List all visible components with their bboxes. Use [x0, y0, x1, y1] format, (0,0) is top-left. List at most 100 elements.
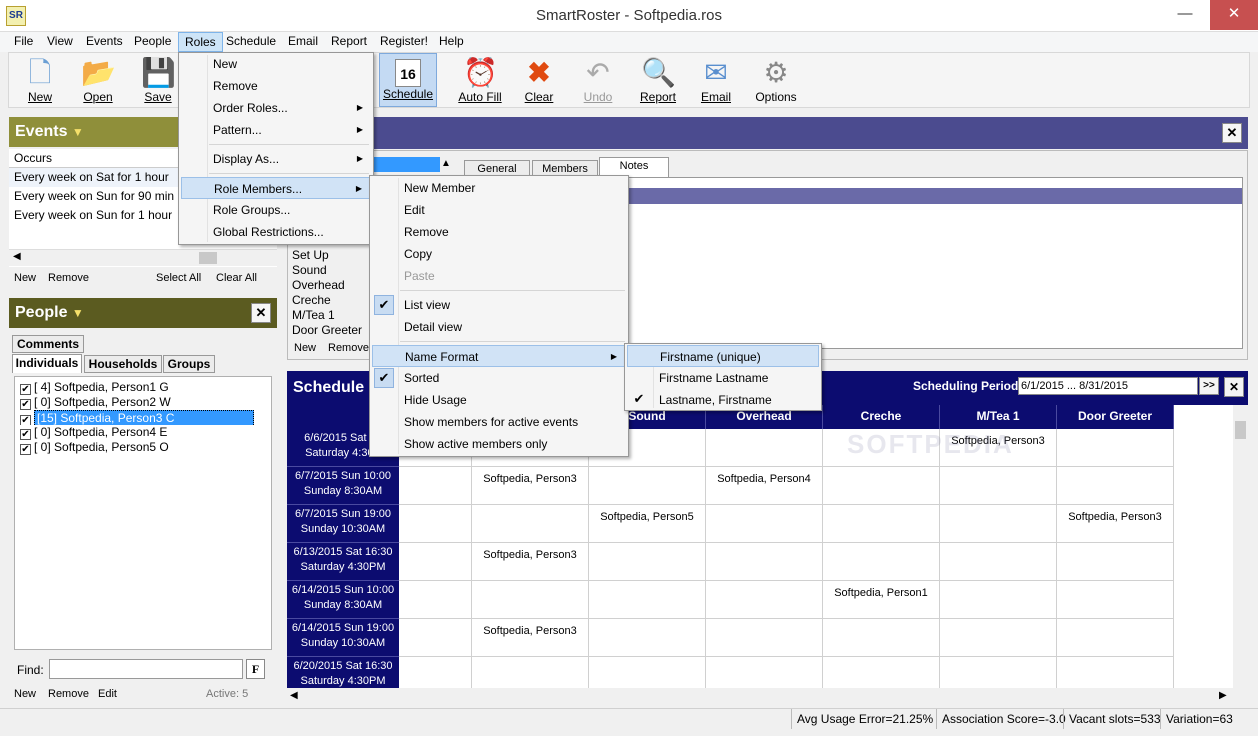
schedule-cell[interactable]: Softpedia, Person3 — [472, 619, 589, 657]
row-header[interactable]: 6/14/2015 Sun 19:00 Sunday 10:30AM — [287, 619, 399, 657]
report-button[interactable]: 🔍 Report — [630, 53, 686, 107]
menu-item-order-roles[interactable]: Order Roles... ▶ — [181, 97, 371, 119]
checkbox[interactable]: ✔ — [20, 399, 31, 410]
menu-item-show-members-active[interactable]: Show members for active events — [372, 411, 626, 433]
menu-item-sorted[interactable]: Sorted — [372, 367, 626, 389]
row-header[interactable]: 6/7/2015 Sun 10:00 Sunday 8:30AM — [287, 467, 399, 505]
schedule-cell[interactable] — [399, 543, 472, 581]
menu-report[interactable]: Report — [325, 32, 373, 52]
schedule-cell[interactable] — [589, 657, 706, 688]
scheduling-period-input[interactable] — [1018, 377, 1198, 395]
schedule-cell[interactable] — [940, 505, 1057, 543]
tab-households[interactable]: Households — [84, 355, 162, 373]
schedule-cell[interactable] — [823, 467, 940, 505]
schedule-cell[interactable] — [940, 581, 1057, 619]
menu-events[interactable]: Events — [80, 32, 129, 52]
schedule-cell[interactable] — [589, 543, 706, 581]
events-hscroll[interactable]: ◀ — [9, 249, 277, 266]
menu-item-new-member[interactable]: New Member — [372, 177, 626, 199]
schedule-cell[interactable] — [706, 657, 823, 688]
schedule-cell[interactable] — [1057, 429, 1174, 467]
menu-item-role-groups[interactable]: Role Groups... — [181, 199, 371, 221]
tab-individuals[interactable]: Individuals — [12, 354, 82, 373]
list-item[interactable]: ✔[ 0] Softpedia, Person5 O — [15, 440, 271, 455]
schedule-cell[interactable] — [706, 619, 823, 657]
menu-item-firstname-unique[interactable]: Firstname (unique) — [627, 345, 819, 367]
menu-view[interactable]: View — [41, 32, 79, 52]
menu-item-show-active-only[interactable]: Show active members only — [372, 433, 626, 455]
menu-schedule[interactable]: Schedule — [220, 32, 282, 52]
schedule-cell[interactable]: Softpedia, Person1 — [823, 581, 940, 619]
schedule-cell[interactable] — [940, 543, 1057, 581]
menu-register[interactable]: Register! — [374, 32, 434, 52]
undo-button[interactable]: ↶ Undo — [570, 53, 626, 107]
menu-item-remove-member[interactable]: Remove — [372, 221, 626, 243]
events-clear-all-link[interactable]: Clear All — [216, 272, 257, 284]
role-item[interactable]: Overhead — [292, 278, 362, 293]
schedule-cell[interactable] — [472, 581, 589, 619]
menu-item-role-members[interactable]: Role Members... ▶ — [181, 177, 371, 199]
schedule-cell[interactable] — [706, 505, 823, 543]
schedule-cell[interactable] — [399, 619, 472, 657]
people-header[interactable]: People ▼ — [9, 298, 277, 328]
schedule-cell[interactable] — [1057, 543, 1174, 581]
people-remove-link[interactable]: Remove — [48, 688, 89, 700]
clear-button[interactable]: ✖ Clear — [511, 53, 567, 107]
schedule-cell[interactable]: Softpedia, Person3 — [472, 467, 589, 505]
menu-item-display-as[interactable]: Display As... ▶ — [181, 148, 371, 170]
schedule-cell[interactable]: Softpedia, Person3 — [472, 543, 589, 581]
row-header[interactable]: 6/14/2015 Sun 10:00 Sunday 8:30AM — [287, 581, 399, 619]
open-button[interactable]: 📂 Open — [70, 53, 126, 107]
schedule-hscroll[interactable]: ◀ ▶ — [287, 688, 1248, 705]
tab-groups[interactable]: Groups — [163, 355, 215, 373]
find-button[interactable]: F — [246, 659, 265, 679]
scroll-thumb[interactable] — [1235, 421, 1246, 439]
menu-file[interactable]: File — [8, 32, 39, 52]
column-header[interactable]: Door Greeter — [1057, 405, 1174, 429]
checkbox[interactable]: ✔ — [20, 384, 31, 395]
people-close-button[interactable]: ✕ — [251, 303, 271, 323]
schedule-cell[interactable]: Softpedia, Person5 — [589, 505, 706, 543]
role-item[interactable]: Sound — [292, 263, 362, 278]
menu-item-remove[interactable]: Remove — [181, 75, 371, 97]
new-button[interactable]: 🗋 New — [12, 53, 68, 107]
scroll-right-icon[interactable]: ▶ — [1219, 690, 1227, 701]
schedule-cell[interactable] — [399, 505, 472, 543]
schedule-close-button[interactable]: ✕ — [1224, 377, 1244, 397]
menu-item-detail-view[interactable]: Detail view — [372, 316, 626, 338]
list-item-selected[interactable]: ✔ [15] Softpedia, Person3 C — [15, 410, 271, 425]
schedule-cell[interactable] — [823, 619, 940, 657]
schedule-cell[interactable] — [706, 429, 823, 467]
people-new-link[interactable]: New — [14, 688, 36, 700]
next-period-button[interactable]: >> — [1199, 377, 1219, 395]
roles-new-link[interactable]: New — [294, 342, 316, 354]
schedule-button[interactable]: 16 Schedule — [379, 53, 437, 107]
scroll-up-icon[interactable]: ▲ — [441, 158, 451, 169]
schedule-cell[interactable] — [399, 467, 472, 505]
role-item[interactable]: M/Tea 1 — [292, 308, 362, 323]
checkbox[interactable]: ✔ — [20, 429, 31, 440]
scroll-left-icon[interactable]: ◀ — [13, 251, 21, 262]
schedule-vscroll[interactable] — [1233, 405, 1248, 688]
menu-people[interactable]: People — [128, 32, 177, 52]
schedule-cell[interactable] — [706, 543, 823, 581]
list-item[interactable]: ✔[ 0] Softpedia, Person2 W — [15, 395, 271, 410]
column-header[interactable]: M/Tea 1 — [940, 405, 1057, 429]
menu-item-paste[interactable]: Paste — [372, 265, 626, 287]
column-header[interactable]: Creche — [823, 405, 940, 429]
menu-item-hide-usage[interactable]: Hide Usage — [372, 389, 626, 411]
role-item[interactable]: Creche — [292, 293, 362, 308]
close-window-button[interactable]: ✕ — [1210, 0, 1258, 30]
menu-item-list-view[interactable]: List view — [372, 294, 626, 316]
checkbox[interactable]: ✔ — [20, 415, 31, 425]
schedule-cell[interactable] — [589, 467, 706, 505]
schedule-cell[interactable] — [940, 619, 1057, 657]
scroll-thumb[interactable] — [199, 252, 217, 264]
schedule-cell[interactable] — [399, 657, 472, 688]
schedule-cell[interactable] — [823, 543, 940, 581]
schedule-cell[interactable] — [472, 505, 589, 543]
schedule-cell[interactable] — [399, 581, 472, 619]
schedule-cell[interactable] — [823, 505, 940, 543]
events-new-link[interactable]: New — [14, 272, 36, 284]
people-edit-link[interactable]: Edit — [98, 688, 117, 700]
